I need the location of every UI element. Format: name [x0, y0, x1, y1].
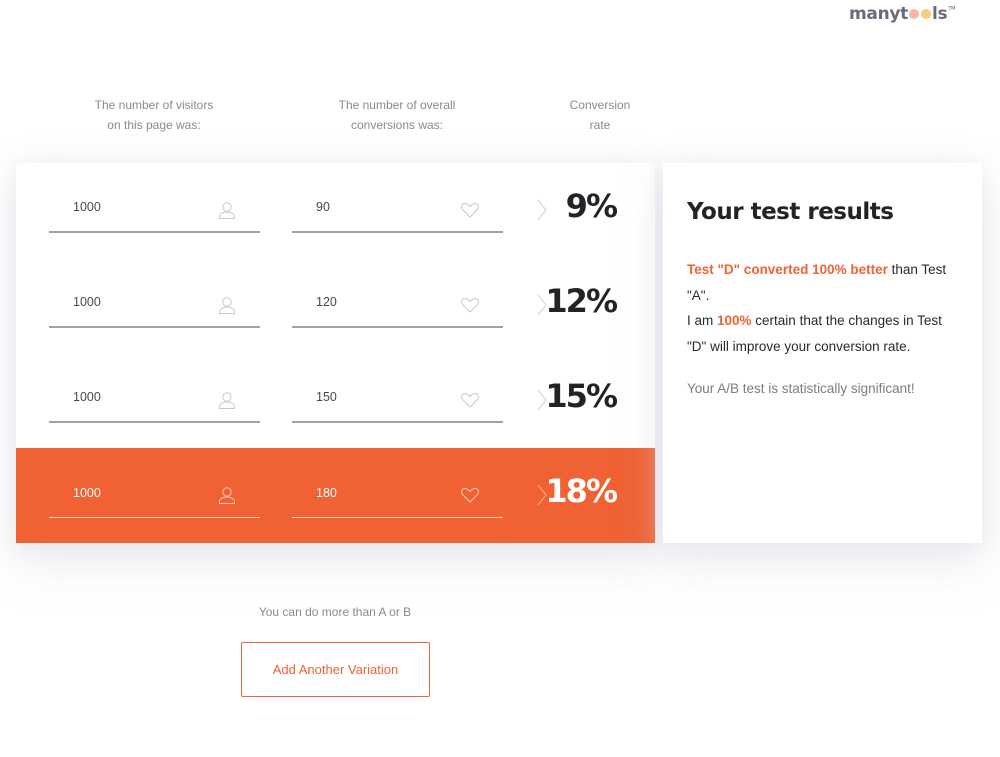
results-card: Your test results Test "D" converted 100… [663, 163, 982, 543]
rate-column-header: Conversion rate [555, 95, 645, 135]
conversions-field[interactable] [292, 186, 503, 233]
visitors-field[interactable] [49, 471, 260, 518]
visitors-column-header: The number of visitors on this page was: [84, 95, 224, 135]
conversion-rate-value: 9% [565, 187, 618, 225]
conversions-column-header: The number of overall conversions was: [327, 95, 467, 135]
chevron-right-icon [537, 199, 547, 221]
user-icon [219, 392, 235, 409]
variation-row: 9% [16, 163, 655, 258]
results-title: Your test results [687, 199, 894, 225]
variation-row: 12% [16, 258, 655, 353]
conversions-header-line2: conversions was: [350, 118, 444, 132]
conversion-rate-value: 15% [545, 377, 618, 415]
logo-dot-1 [909, 9, 919, 19]
logo-text-t: t [900, 4, 908, 24]
heart-icon [461, 392, 479, 408]
user-icon [219, 297, 235, 314]
certainty-prefix: I am [687, 313, 718, 328]
logo-text-end: ls [932, 4, 948, 24]
user-icon [219, 202, 235, 219]
variations-card: 9% 12% [16, 163, 655, 543]
manytools-logo[interactable]: many t ls TM [849, 4, 955, 24]
user-icon [219, 487, 235, 504]
visitors-header-line1: The number of visitors [94, 98, 214, 112]
logo-text-start: many [849, 4, 901, 24]
visitors-field[interactable] [49, 376, 260, 423]
conversions-field[interactable] [292, 471, 503, 518]
certainty-value: 100% [717, 313, 752, 328]
logo-trademark: TM [948, 6, 956, 12]
conversion-rate-value: 12% [545, 282, 618, 320]
heart-icon [461, 202, 479, 218]
heart-icon [461, 297, 479, 313]
results-summary: Test "D" converted 100% better than Test… [687, 257, 958, 359]
visitors-field[interactable] [49, 186, 260, 233]
visitors-field[interactable] [49, 281, 260, 328]
significance-message: Your A/B test is statistically significa… [687, 381, 915, 396]
conversions-field[interactable] [292, 281, 503, 328]
more-variations-hint: You can do more than A or B [258, 605, 412, 619]
conversions-field[interactable] [292, 376, 503, 423]
visitors-header-line2: on this page was: [107, 118, 201, 132]
conversions-header-line1: The number of overall [338, 98, 456, 112]
rate-header-line1: Conversion [569, 98, 631, 112]
logo-dot-2 [921, 9, 931, 19]
rate-header-line2: rate [589, 118, 611, 132]
conversion-rate-value: 18% [545, 472, 618, 510]
variation-row: 15% [16, 353, 655, 448]
winner-phrase: Test "D" converted 100% better [687, 262, 888, 277]
variation-row: 18% [16, 448, 655, 543]
add-another-variation-button[interactable]: Add Another Variation [241, 642, 430, 697]
heart-icon [461, 487, 479, 503]
